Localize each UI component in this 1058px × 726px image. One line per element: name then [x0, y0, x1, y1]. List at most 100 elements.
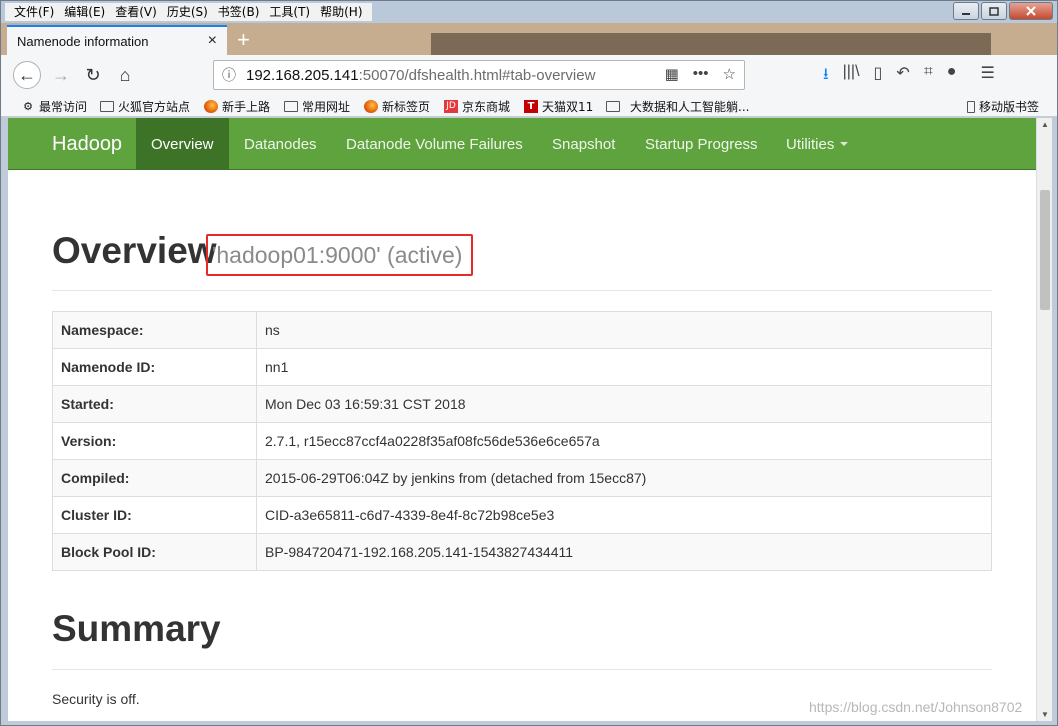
bookmark-label: 火狐官方站点	[118, 100, 191, 114]
close-window-button[interactable]	[1009, 2, 1053, 20]
browser-window: 文件(F) 编辑(E) 查看(V) 历史(S) 书签(B) 工具(T) 帮助(H…	[0, 0, 1058, 726]
back-arrow-icon: ←	[18, 64, 36, 85]
bookmark-bigdata-ai[interactable]: 大数据和人工智能躺...	[606, 98, 749, 115]
tab-close-icon[interactable]: ×	[208, 32, 217, 50]
menu-list: 文件(F) 编辑(E) 查看(V) 历史(S) 书签(B) 工具(T) 帮助(H…	[5, 3, 372, 21]
undo-icon[interactable]: ↶	[896, 63, 909, 90]
row-value: ns	[256, 311, 992, 349]
bookmark-label: 新手上路	[222, 100, 271, 114]
bookmark-jd[interactable]: JD 京东商城	[444, 98, 510, 115]
menu-edit[interactable]: 编辑(E)	[59, 3, 110, 21]
row-value: 2.7.1, r15ecc87ccf4a0228f35af08fc56de536…	[256, 422, 992, 460]
tmall-icon: T	[524, 100, 538, 113]
forward-arrow-icon: →	[52, 64, 70, 85]
mobile-icon	[967, 100, 975, 113]
tab-datanode-volume-failures[interactable]: Datanode Volume Failures	[331, 118, 538, 170]
row-value: nn1	[256, 348, 992, 386]
home-button[interactable]: ⌂	[111, 61, 139, 89]
row-key: Block Pool ID:	[52, 533, 257, 571]
menu-tools[interactable]: 工具(T)	[264, 3, 315, 21]
row-value: 2015-06-29T06:04Z by jenkins from (detac…	[256, 459, 992, 497]
row-key: Version:	[52, 422, 257, 460]
bookmark-new-tab[interactable]: 新标签页	[364, 98, 430, 115]
menu-view[interactable]: 查看(V)	[110, 3, 162, 21]
qr-code-icon[interactable]: ▦	[665, 65, 679, 83]
chat-icon[interactable]: ●	[947, 63, 957, 90]
tab-utilities[interactable]: Utilities	[771, 118, 863, 170]
toolbar-icons: ⭳ |||\ ▯ ↶ ⌗ ● ☰	[823, 63, 995, 90]
row-key: Cluster ID:	[52, 496, 257, 534]
bookmark-most-visited[interactable]: ⚙ 最常访问	[21, 98, 87, 115]
hamburger-menu-icon[interactable]: ☰	[980, 63, 994, 90]
jd-icon: JD	[444, 100, 458, 113]
table-row: Compiled: 2015-06-29T06:04Z by jenkins fr…	[52, 459, 992, 497]
info-icon[interactable]: ⓘ	[222, 65, 236, 85]
overview-table: Namespace: ns Namenode ID: nn1 Started: Mon D…	[52, 311, 992, 571]
menu-history[interactable]: 历史(S)	[162, 3, 213, 21]
bookmark-getting-started[interactable]: 新手上路	[204, 98, 270, 115]
menu-file[interactable]: 文件(F)	[9, 3, 59, 21]
folder-icon	[284, 101, 298, 112]
bookmark-star-icon[interactable]: ☆	[723, 65, 736, 83]
gear-icon: ⚙	[23, 100, 33, 113]
row-value: CID-a3e65811-c6d7-4339-8e4f-8c72b98ce5e3	[256, 496, 992, 534]
namenode-host-status: 'hadoop01:9000' (active)	[206, 234, 473, 276]
menu-help[interactable]: 帮助(H)	[315, 3, 367, 21]
tab-strip: Namenode information × +	[1, 23, 1057, 55]
forward-button[interactable]: →	[47, 61, 75, 89]
reload-button[interactable]: ↻	[79, 61, 107, 89]
bookmark-label: 最常访问	[39, 100, 88, 114]
bookmark-common-sites[interactable]: 常用网址	[284, 98, 350, 115]
row-value: Mon Dec 03 16:59:31 CST 2018	[256, 385, 992, 423]
tab-overview[interactable]: Overview	[136, 118, 229, 170]
tab-title: Namenode information	[17, 33, 149, 49]
bookmark-firefox-official[interactable]: 火狐官方站点	[100, 98, 190, 115]
scrollbar-thumb[interactable]	[1040, 190, 1050, 310]
menu-bar: 文件(F) 编辑(E) 查看(V) 历史(S) 书签(B) 工具(T) 帮助(H…	[1, 1, 1057, 23]
restore-icon	[989, 7, 999, 16]
table-row: Namenode ID: nn1	[52, 348, 992, 386]
hadoop-navbar: Hadoop Overview Datanodes Datanode Volum…	[8, 118, 1036, 170]
bookmark-label: 天猫双11	[542, 100, 594, 114]
new-tab-icon[interactable]: +	[237, 27, 250, 53]
hadoop-brand[interactable]: Hadoop	[52, 133, 122, 156]
minimize-icon	[962, 13, 970, 15]
library-icon[interactable]: |||\	[843, 63, 860, 90]
summary-title: Summary	[52, 608, 221, 649]
bookmark-label: 大数据和人工智能躺...	[630, 100, 750, 114]
url-bar[interactable]: ⓘ 192.168.205.141:50070/dfshealth.html#t…	[213, 60, 745, 90]
minimize-button[interactable]	[953, 2, 979, 20]
firefox-icon	[364, 100, 378, 113]
tab-datanodes[interactable]: Datanodes	[229, 118, 332, 170]
scroll-up-icon[interactable]: ▲	[1041, 120, 1049, 129]
more-actions-icon[interactable]: •••	[693, 65, 709, 83]
url-host: 192.168.205.141	[246, 66, 359, 84]
sidebar-icon[interactable]: ▯	[874, 63, 883, 90]
dropdown-caret-icon	[840, 142, 849, 146]
tab-label: Datanodes	[244, 135, 317, 153]
bookmark-label: 常用网址	[302, 100, 351, 114]
maximize-button[interactable]	[981, 2, 1007, 20]
row-key: Started:	[52, 385, 257, 423]
back-button[interactable]: ←	[13, 61, 41, 89]
row-key: Namespace:	[52, 311, 257, 349]
tab-snapshot[interactable]: Snapshot	[537, 118, 630, 170]
bookmark-tmall[interactable]: T 天猫双11	[524, 98, 593, 115]
folder-icon	[100, 101, 114, 112]
scroll-down-icon[interactable]: ▼	[1041, 710, 1049, 719]
tab-label: Overview	[151, 135, 214, 153]
screenshot-crop-icon[interactable]: ⌗	[924, 63, 933, 90]
download-icon[interactable]: ⭳	[823, 63, 829, 90]
table-row: Namespace: ns	[52, 311, 992, 349]
bookmark-mobile[interactable]: 移动版书签	[967, 98, 1039, 115]
row-value: BP-984720471-192.168.205.141-15438274344…	[256, 533, 992, 571]
menu-bookmarks[interactable]: 书签(B)	[213, 3, 265, 21]
page-scrollbar[interactable]: ▲ ▼	[1036, 118, 1052, 721]
bookmark-label: 移动版书签	[979, 100, 1040, 114]
bookmarks-bar: ⚙ 最常访问 火狐官方站点 新手上路 常用网址 新标签页 JD 京东商城 T 天猫双1…	[1, 95, 1057, 117]
window-controls	[953, 2, 1053, 20]
tab-startup-progress[interactable]: Startup Progress	[630, 118, 773, 170]
close-icon	[1026, 6, 1036, 16]
tab-label: Datanode Volume Failures	[346, 135, 523, 153]
tab-namenode-information[interactable]: Namenode information ×	[7, 25, 227, 55]
